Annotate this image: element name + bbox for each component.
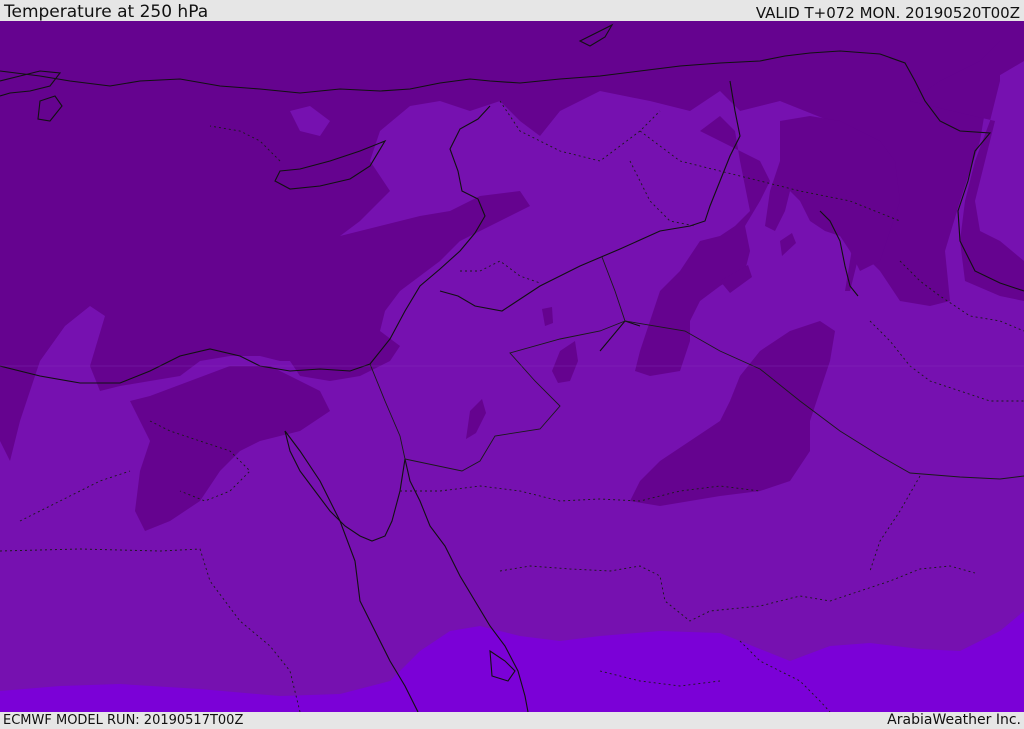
credit-label: ArabiaWeather Inc. bbox=[887, 712, 1021, 728]
footer-bar: ECMWF MODEL RUN: 20190517T00Z ArabiaWeat… bbox=[0, 712, 1024, 729]
valid-time-label: VALID T+072 MON. 20190520T00Z bbox=[755, 4, 1020, 22]
map-canvas bbox=[0, 21, 1024, 712]
map-title: Temperature at 250 hPa bbox=[4, 2, 209, 22]
model-run-label: ECMWF MODEL RUN: 20190517T00Z bbox=[3, 713, 244, 728]
header-bar: Temperature at 250 hPa VALID T+072 MON. … bbox=[0, 0, 1024, 21]
temperature-map[interactable] bbox=[0, 21, 1024, 712]
